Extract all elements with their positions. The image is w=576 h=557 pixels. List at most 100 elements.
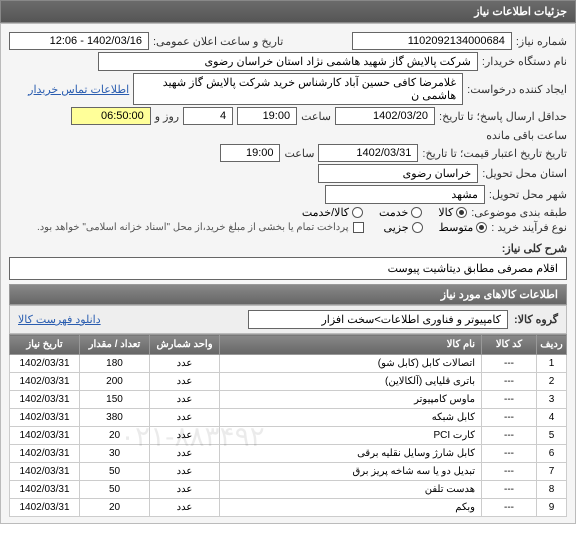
cell-code: ---	[482, 445, 537, 463]
cell-name: کابل شارژ وسایل نقلیه برقی	[220, 445, 482, 463]
download-list-link[interactable]: دانلود فهرست کالا	[18, 313, 101, 326]
radio-icon	[412, 222, 423, 233]
table-row: 9---وبکمعدد201402/03/31	[10, 499, 567, 517]
radio-medium[interactable]: متوسط	[439, 221, 488, 234]
cell-date: 1402/03/31	[10, 481, 80, 499]
cell-qty: 200	[80, 373, 150, 391]
cell-unit: عدد	[150, 481, 220, 499]
cell-qty: 50	[80, 481, 150, 499]
desc-label: شرح کلی نیاز:	[502, 242, 567, 255]
validity-date-field: 1402/03/31	[318, 144, 418, 162]
cell-qty: 20	[80, 499, 150, 517]
cell-radif: 4	[537, 409, 567, 427]
cell-date: 1402/03/31	[10, 463, 80, 481]
need-number-field: 1102092134000684	[352, 32, 512, 50]
goods-group-label: گروه کالا:	[514, 313, 558, 326]
cell-date: 1402/03/31	[10, 445, 80, 463]
contact-link[interactable]: اطلاعات تماس خریدار	[28, 83, 129, 96]
cell-name: کارت PCI	[220, 427, 482, 445]
validity-label: تاریخ تاریخ اعتبار قیمت؛ تا تاریخ:	[422, 147, 567, 160]
cell-name: وبکم	[220, 499, 482, 517]
cell-code: ---	[482, 391, 537, 409]
cell-date: 1402/03/31	[10, 355, 80, 373]
page-header: جزئیات اطلاعات نیاز	[0, 0, 576, 23]
cell-unit: عدد	[150, 427, 220, 445]
cell-radif: 9	[537, 499, 567, 517]
buyer-name-label: نام دستگاه خریدار:	[482, 55, 567, 68]
cell-unit: عدد	[150, 499, 220, 517]
deadline-date-field: 1402/03/20	[335, 107, 435, 125]
cell-qty: 30	[80, 445, 150, 463]
page-title: جزئیات اطلاعات نیاز	[474, 6, 567, 18]
deadline-time-field: 19:00	[237, 107, 297, 125]
table-row: 1---اتصالات کابل (کابل شو)عدد1801402/03/…	[10, 355, 567, 373]
radio-icon	[411, 207, 422, 218]
radio-service[interactable]: خدمت	[379, 206, 422, 219]
radio-icon	[456, 207, 467, 218]
announce-date-label: تاریخ و ساعت اعلان عمومی:	[153, 35, 283, 48]
deadline-label: حداقل ارسال پاسخ؛ تا تاریخ:	[439, 110, 567, 123]
radio-goods-label: کالا	[438, 206, 453, 219]
cell-name: تبدیل دو یا سه شاخه پریز برق	[220, 463, 482, 481]
th-qty: تعداد / مقدار	[80, 335, 150, 355]
table-row: 7---تبدیل دو یا سه شاخه پریز برقعدد50140…	[10, 463, 567, 481]
days-label: روز و	[155, 110, 179, 123]
cell-date: 1402/03/31	[10, 499, 80, 517]
cell-date: 1402/03/31	[10, 409, 80, 427]
table-row: 2---باتری قلیایی (آلکالاین)عدد2001402/03…	[10, 373, 567, 391]
category-radios: کالا خدمت کالا/خدمت	[302, 206, 467, 219]
cell-radif: 7	[537, 463, 567, 481]
radio-goods-service-label: کالا/خدمت	[302, 206, 349, 219]
cell-date: 1402/03/31	[10, 373, 80, 391]
cell-radif: 6	[537, 445, 567, 463]
province-field: خراسان رضوی	[318, 164, 478, 183]
hours-remaining-field: 06:50:00	[71, 107, 151, 125]
cell-radif: 5	[537, 427, 567, 445]
remaining-label: ساعت باقی مانده	[486, 129, 567, 142]
announce-date-field: 1402/03/16 - 12:06	[9, 32, 149, 50]
cell-unit: عدد	[150, 373, 220, 391]
th-name: نام کالا	[220, 335, 482, 355]
radio-goods-service[interactable]: کالا/خدمت	[302, 206, 363, 219]
radio-medium-label: متوسط	[439, 221, 474, 234]
cell-qty: 50	[80, 463, 150, 481]
radio-goods[interactable]: کالا	[438, 206, 467, 219]
days-value-field: 4	[183, 107, 233, 125]
th-code: کد کالا	[482, 335, 537, 355]
th-radif: ردیف	[537, 335, 567, 355]
cell-unit: عدد	[150, 463, 220, 481]
goods-group-row: گروه کالا: کامپیوتر و فناوری اطلاعات>سخت…	[9, 305, 567, 334]
desc-field: اقلام مصرفی مطابق دیتاشیت پیوست	[9, 257, 567, 280]
cell-code: ---	[482, 409, 537, 427]
city-field: مشهد	[325, 185, 485, 204]
main-form: شماره نیاز: 1102092134000684 تاریخ و ساع…	[0, 23, 576, 524]
radio-partial[interactable]: جزیی	[384, 221, 423, 234]
radio-icon	[352, 207, 363, 218]
saat-label-2: ساعت	[284, 147, 314, 160]
cell-radif: 1	[537, 355, 567, 373]
table-row: 3---ماوس کامپیوترعدد1501402/03/31	[10, 391, 567, 409]
cell-name: ماوس کامپیوتر	[220, 391, 482, 409]
radio-service-label: خدمت	[379, 206, 408, 219]
cell-qty: 380	[80, 409, 150, 427]
cell-code: ---	[482, 373, 537, 391]
cell-code: ---	[482, 427, 537, 445]
payment-note: پرداخت تمام یا بخشی از مبلغ خرید،از محل …	[37, 222, 349, 233]
radio-partial-label: جزیی	[384, 221, 409, 234]
city-label: شهر محل تحویل:	[489, 188, 567, 201]
cell-code: ---	[482, 355, 537, 373]
payment-checkbox[interactable]	[353, 222, 364, 233]
cell-radif: 8	[537, 481, 567, 499]
validity-time-field: 19:00	[220, 144, 280, 162]
buyer-name-field: شرکت پالایش گاز شهید هاشمی نژاد استان خر…	[98, 52, 478, 71]
cell-code: ---	[482, 499, 537, 517]
province-label: استان محل تحویل:	[482, 167, 567, 180]
cell-date: 1402/03/31	[10, 427, 80, 445]
table-row: 6---کابل شارژ وسایل نقلیه برقیعدد301402/…	[10, 445, 567, 463]
cell-qty: 150	[80, 391, 150, 409]
cell-code: ---	[482, 481, 537, 499]
goods-table: ردیف کد کالا نام کالا واحد شمارش تعداد /…	[9, 334, 567, 517]
goods-info-header: اطلاعات کالاهای مورد نیاز	[9, 284, 567, 305]
need-number-label: شماره نیاز:	[516, 35, 567, 48]
purchase-type-label: نوع فرآیند خرید :	[491, 221, 567, 234]
